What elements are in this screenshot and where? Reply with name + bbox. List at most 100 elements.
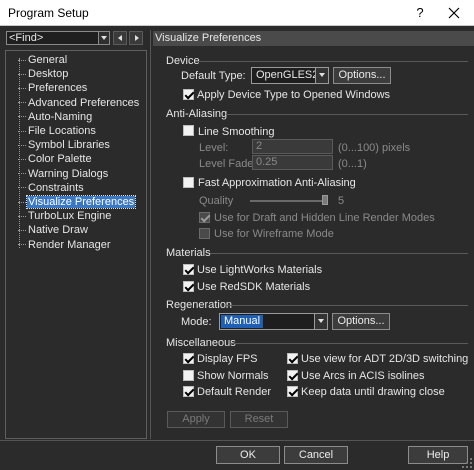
- tree-connector-tick: [18, 215, 26, 217]
- keep-data-checkbox[interactable]: [287, 386, 298, 397]
- redsdk-materials-label: Use RedSDK Materials: [197, 281, 311, 293]
- nav-forward-button[interactable]: [129, 31, 143, 45]
- level-fade-input[interactable]: 0.25: [252, 155, 333, 170]
- draft-hidden-line-label: Use for Draft and Hidden Line Render Mod…: [214, 212, 435, 224]
- resize-grip-icon[interactable]: [462, 458, 472, 468]
- tree-connector-tick: [18, 130, 26, 132]
- quality-slider-thumb[interactable]: [322, 195, 328, 205]
- tree-item-label: Constraints: [28, 181, 84, 194]
- section-divider: [230, 343, 468, 344]
- settings-tree[interactable]: General Desktop Preferences Advanced Prefer…: [5, 50, 147, 439]
- tree-item[interactable]: Render Manager: [18, 238, 112, 252]
- lightworks-materials-checkbox[interactable]: [183, 264, 194, 275]
- section-divider: [226, 305, 468, 306]
- arrow-right-icon: [135, 35, 139, 41]
- chevron-down-icon: [319, 73, 325, 77]
- level-range: (0...100) pixels: [338, 142, 411, 154]
- fast-aa-checkbox[interactable]: [183, 177, 194, 188]
- tree-item[interactable]: General: [18, 53, 68, 67]
- section-divider: [226, 114, 468, 115]
- regeneration-mode-select[interactable]: Manual: [219, 313, 328, 330]
- tree-item[interactable]: Auto-Naming: [18, 110, 93, 124]
- help-icon[interactable]: ?: [410, 3, 430, 23]
- tree-connector-tick: [18, 116, 26, 118]
- footer-divider: [0, 440, 474, 441]
- device-options-button[interactable]: Options...: [333, 67, 391, 84]
- section-miscellaneous: Miscellaneous: [166, 337, 236, 349]
- keep-data-label: Keep data until drawing close: [301, 386, 445, 398]
- close-icon: [448, 7, 460, 19]
- apply-device-type-checkbox[interactable]: [183, 89, 194, 100]
- tree-item-label: File Locations: [28, 125, 96, 137]
- tree-item[interactable]: TurboLux Engine: [18, 209, 112, 223]
- tree-item[interactable]: Symbol Libraries: [18, 138, 111, 152]
- find-dropdown-button[interactable]: [98, 32, 109, 44]
- show-normals-label: Show Normals: [197, 370, 269, 382]
- display-fps-checkbox[interactable]: [183, 353, 194, 364]
- apply-device-type-label: Apply Device Type to Opened Windows: [197, 89, 391, 101]
- regeneration-mode-dropdown[interactable]: [314, 314, 327, 329]
- tree-item[interactable]: Constraints: [18, 181, 85, 195]
- section-device: Device: [166, 55, 200, 67]
- section-divider: [198, 61, 468, 62]
- tree-item[interactable]: Preferences: [18, 81, 88, 95]
- tree-item-label: Desktop: [28, 68, 69, 81]
- tree-item[interactable]: Native Draw: [18, 223, 89, 237]
- default-render-checkbox[interactable]: [183, 386, 194, 397]
- tree-connector-tick: [18, 144, 26, 146]
- find-combo[interactable]: <Find>: [6, 31, 110, 45]
- tree-item-label: Visualize Preferences: [25, 195, 137, 209]
- redsdk-materials-checkbox[interactable]: [183, 281, 194, 292]
- tree-connector-tick: [18, 102, 26, 104]
- chevron-down-icon: [318, 319, 324, 323]
- regeneration-mode-label: Mode:: [181, 316, 212, 328]
- show-normals-checkbox[interactable]: [183, 370, 194, 381]
- level-input[interactable]: 2: [252, 139, 333, 154]
- apply-button[interactable]: Apply: [167, 411, 225, 428]
- regeneration-options-button[interactable]: Options...: [332, 313, 390, 330]
- acis-arcs-label: Use Arcs in ACIS isolines: [301, 370, 425, 382]
- tree-item-label: Warning Dialogs: [28, 167, 109, 180]
- find-value: <Find>: [9, 32, 44, 44]
- tree-item-label: Preferences: [28, 82, 88, 95]
- default-type-value: OpenGLES2: [256, 69, 319, 81]
- wireframe-label: Use for Wireframe Mode: [214, 228, 334, 240]
- tree-item[interactable]: Warning Dialogs: [18, 167, 109, 181]
- wireframe-checkbox[interactable]: [199, 228, 210, 239]
- tree-item-label: Color Palette: [28, 153, 92, 166]
- close-button[interactable]: [442, 2, 466, 24]
- level-fade-label: Level Fade:: [199, 158, 257, 170]
- fast-aa-label: Fast Approximation Anti-Aliasing: [198, 177, 356, 189]
- tree-item-label: Auto-Naming: [28, 110, 93, 123]
- level-fade-range: (0...1): [338, 158, 367, 170]
- cancel-button[interactable]: Cancel: [284, 446, 348, 464]
- tree-connector-tick: [18, 201, 26, 203]
- adt-switching-checkbox[interactable]: [287, 353, 298, 364]
- help-button[interactable]: Help: [408, 446, 468, 464]
- nav-back-button[interactable]: [113, 31, 127, 45]
- ok-button[interactable]: OK: [216, 446, 280, 464]
- tree-connector-tick: [18, 73, 26, 75]
- tree-item-label: Render Manager: [28, 238, 111, 251]
- quality-label: Quality: [199, 195, 234, 207]
- tree-connector-tick: [18, 187, 26, 189]
- window-title: Program Setup: [8, 6, 89, 20]
- default-type-label: Default Type:: [181, 70, 246, 82]
- acis-arcs-checkbox[interactable]: [287, 370, 298, 381]
- tree-connector-tick: [18, 158, 26, 160]
- default-type-select[interactable]: OpenGLES2: [251, 67, 329, 84]
- tree-item[interactable]: Color Palette: [18, 152, 93, 166]
- draft-hidden-line-checkbox[interactable]: [199, 212, 210, 223]
- tree-item[interactable]: Advanced Preferences: [18, 96, 140, 110]
- line-smoothing-checkbox[interactable]: [183, 125, 194, 136]
- tree-item-label: Advanced Preferences: [28, 96, 140, 109]
- default-type-dropdown[interactable]: [315, 68, 328, 83]
- section-anti-aliasing: Anti-Aliasing: [166, 108, 228, 120]
- title-bar: Program Setup ?: [0, 0, 474, 26]
- tree-item[interactable]: Desktop: [18, 67, 69, 81]
- tree-item[interactable]: Visualize Preferences: [18, 195, 137, 209]
- quality-slider-track[interactable]: [250, 200, 328, 202]
- tree-item[interactable]: File Locations: [18, 124, 97, 138]
- default-render-label: Default Render: [197, 386, 271, 398]
- reset-button[interactable]: Reset: [230, 411, 288, 428]
